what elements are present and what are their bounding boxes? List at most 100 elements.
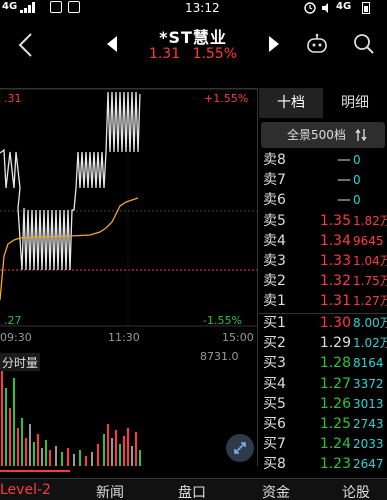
header: *ST慧业 1.31 1.55% xyxy=(0,16,387,74)
bid-row[interactable]: 买8 1.23 2647 xyxy=(259,454,387,474)
ask-row[interactable]: 卖3 1.33 1.04万 xyxy=(259,251,387,271)
order-level-label: 买2 xyxy=(263,335,286,352)
nav-discussion[interactable]: 论股 xyxy=(342,482,370,500)
network-indicator: 4G xyxy=(2,1,18,12)
intraday-chart[interactable]: .31 +1.55% .27 -1.55% 09:30 11:30 15:00 xyxy=(0,88,258,466)
order-level-label: 买3 xyxy=(263,355,286,372)
order-volume: 3013 xyxy=(353,396,384,411)
app-notification-icon xyxy=(50,1,62,13)
order-volume: 1.02万 xyxy=(353,336,387,351)
order-level-label: 卖7 xyxy=(263,172,286,189)
prev-stock-icon[interactable] xyxy=(106,36,118,52)
order-level-label: 买4 xyxy=(263,375,286,392)
battery-icon xyxy=(362,2,370,14)
chart-bottom-price: .27 xyxy=(4,314,22,327)
order-price: 1.23 xyxy=(319,456,351,473)
bid-row[interactable]: 买2 1.29 1.02万 xyxy=(259,333,387,353)
ask-row[interactable]: 卖6 —0 xyxy=(259,190,387,210)
order-level-label: 买8 xyxy=(263,456,286,473)
order-volume: 8.00万 xyxy=(353,316,387,330)
bid-row[interactable]: 买1 1.30 8.00万 xyxy=(259,313,387,333)
order-price: — xyxy=(337,192,351,209)
alarm-icon xyxy=(304,2,316,14)
stock-name: *ST慧业 xyxy=(159,28,227,47)
order-price: 1.24 xyxy=(319,436,351,453)
order-price: 1.32 xyxy=(319,273,351,290)
expand-icon xyxy=(234,442,246,454)
order-price: — xyxy=(337,152,351,168)
ask-row[interactable]: 卖2 1.32 1.75万 xyxy=(259,271,387,291)
stock-price-line: 1.31 1.55% xyxy=(128,46,258,62)
chart-panel-separator xyxy=(257,88,258,466)
s-notification-icon xyxy=(68,1,80,13)
order-level-label: 买7 xyxy=(263,436,286,453)
depth-500-button[interactable]: 全景500档 xyxy=(261,122,385,148)
order-volume: 8164 xyxy=(353,356,384,371)
ask-row[interactable]: 卖7 —0 xyxy=(259,170,387,190)
volume-label: 分时量 xyxy=(0,353,41,371)
order-level-label: 卖1 xyxy=(263,293,286,310)
nav-order-book[interactable]: 盘口 xyxy=(178,482,206,500)
bid-row[interactable]: 买4 1.27 3372 xyxy=(259,374,387,394)
order-level-label: 卖4 xyxy=(263,232,286,249)
ask-row[interactable]: 卖1 1.31 1.27万 xyxy=(259,291,387,311)
order-volume: 0 xyxy=(353,193,361,208)
order-price: 1.29 xyxy=(319,335,351,352)
order-price: 1.33 xyxy=(319,253,351,269)
stock-price: 1.31 xyxy=(148,46,181,62)
order-volume: 1.27万 xyxy=(353,294,387,309)
bid-row[interactable]: 买7 1.24 2033 xyxy=(259,434,387,454)
nav-news[interactable]: 新闻 xyxy=(96,482,124,500)
order-price: 1.26 xyxy=(319,395,351,412)
order-price: 1.25 xyxy=(319,416,351,432)
stock-change-percent: 1.55% xyxy=(192,46,238,62)
order-price: 1.34 xyxy=(319,232,351,249)
ask-row[interactable]: 卖8 —0 xyxy=(259,150,387,170)
order-volume: 0 xyxy=(353,153,361,167)
order-volume: 0 xyxy=(353,173,361,188)
ask-row[interactable]: 卖4 1.34 9645 xyxy=(259,231,387,251)
time-label-start: 09:30 xyxy=(0,331,32,344)
order-level-label: 买1 xyxy=(263,315,286,331)
order-level-label: 买6 xyxy=(263,416,286,432)
depth-500-label: 全景500档 xyxy=(287,128,346,142)
order-volume: 3372 xyxy=(353,376,384,391)
time-label-end: 15:00 xyxy=(222,331,254,344)
order-volume: 9645 xyxy=(353,233,384,248)
order-level-label: 卖3 xyxy=(263,253,286,269)
ask-row[interactable]: 卖5 1.35 1.82万 xyxy=(259,211,387,231)
order-book-panel: 十档 明细 全景500档 卖8—0 卖7—0 卖6—0 卖5 1.35 1.82万 卖4 1.… xyxy=(259,88,387,472)
order-level-label: 卖2 xyxy=(263,273,286,290)
signal-icon xyxy=(20,2,35,13)
order-price: 1.30 xyxy=(319,315,351,331)
bottom-nav: Level-2 新闻 盘口 资金 论股 xyxy=(0,478,387,500)
chart-top-change: +1.55% xyxy=(204,92,249,105)
nav-level2[interactable]: Level-2 xyxy=(0,482,51,498)
robot-assistant-icon[interactable] xyxy=(305,32,329,56)
order-volume: 1.04万 xyxy=(353,254,387,268)
volume-max: 8731.0 xyxy=(200,350,239,363)
order-price: 1.27 xyxy=(319,375,351,392)
chart-top-price: .31 xyxy=(4,92,22,105)
back-chevron-icon[interactable] xyxy=(16,32,36,58)
next-stock-icon[interactable] xyxy=(268,36,280,52)
order-volume: 2033 xyxy=(353,437,384,452)
nav-capital[interactable]: 资金 xyxy=(262,482,290,500)
expand-chart-button[interactable] xyxy=(226,434,254,462)
network-indicator-right: 4G xyxy=(336,1,352,12)
bid-row[interactable]: 买5 1.26 3013 xyxy=(259,394,387,414)
chart-bottom-change: -1.55% xyxy=(203,314,242,327)
order-volume: 1.75万 xyxy=(353,274,387,289)
tab-ten-levels[interactable]: 十档 xyxy=(259,88,323,118)
order-level-label: 买5 xyxy=(263,395,286,412)
tab-details[interactable]: 明细 xyxy=(323,88,387,118)
mute-icon xyxy=(322,3,328,13)
bid-row[interactable]: 买6 1.25 2743 xyxy=(259,414,387,434)
order-level-label: 卖6 xyxy=(263,192,286,209)
order-price: 1.28 xyxy=(319,355,351,372)
price-line xyxy=(0,91,141,271)
order-price: 1.31 xyxy=(319,293,351,310)
bid-row[interactable]: 买3 1.28 8164 xyxy=(259,353,387,373)
search-icon[interactable] xyxy=(352,32,376,56)
intraday-chart-svg xyxy=(0,88,258,466)
